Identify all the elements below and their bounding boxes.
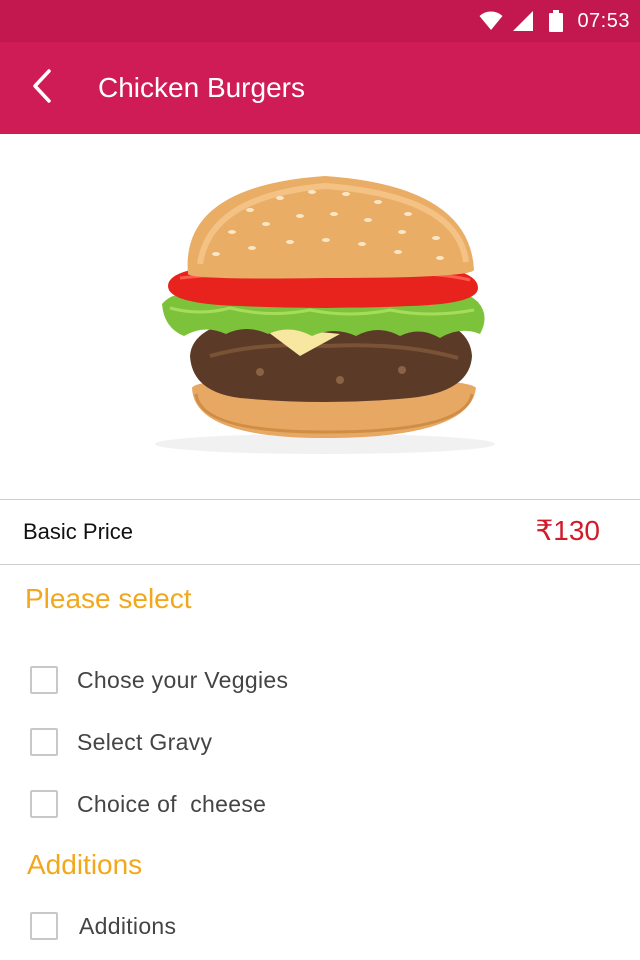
chevron-left-icon xyxy=(31,68,53,109)
price-value: ₹130 xyxy=(535,515,600,546)
option-gravy[interactable]: Select Gravy xyxy=(30,720,590,764)
section-heading-additions: Additions xyxy=(27,849,143,880)
page-title: Chicken Burgers xyxy=(98,72,305,103)
battery-icon xyxy=(549,10,564,32)
section-heading-please-select: Please select xyxy=(25,583,192,614)
status-icons: 07:53 xyxy=(479,0,630,42)
app-bar: Chicken Burgers xyxy=(0,42,640,134)
checkbox[interactable] xyxy=(30,666,58,694)
signal-icon xyxy=(513,11,534,31)
option-label: Chose your Veggies xyxy=(77,666,289,693)
option-label: Additions xyxy=(79,912,177,939)
option-cheese[interactable]: Choice of cheese xyxy=(30,782,590,826)
wifi-icon xyxy=(479,11,503,31)
product-image xyxy=(0,134,640,499)
price-row: Basic Price ₹130 xyxy=(0,500,640,564)
option-label: Select Gravy xyxy=(77,728,213,755)
divider xyxy=(0,564,640,565)
checkbox[interactable] xyxy=(30,912,58,940)
price-label: Basic Price xyxy=(23,519,134,544)
checkbox[interactable] xyxy=(30,728,58,756)
status-bar: 07:53 xyxy=(0,0,640,42)
option-additions[interactable]: Additions xyxy=(30,904,590,948)
back-button[interactable] xyxy=(18,64,66,112)
checkbox[interactable] xyxy=(30,790,58,818)
option-label: Choice of cheese xyxy=(77,790,267,817)
burger-illustration xyxy=(155,176,495,454)
status-time: 07:53 xyxy=(577,9,630,32)
option-veggies[interactable]: Chose your Veggies xyxy=(30,658,590,702)
